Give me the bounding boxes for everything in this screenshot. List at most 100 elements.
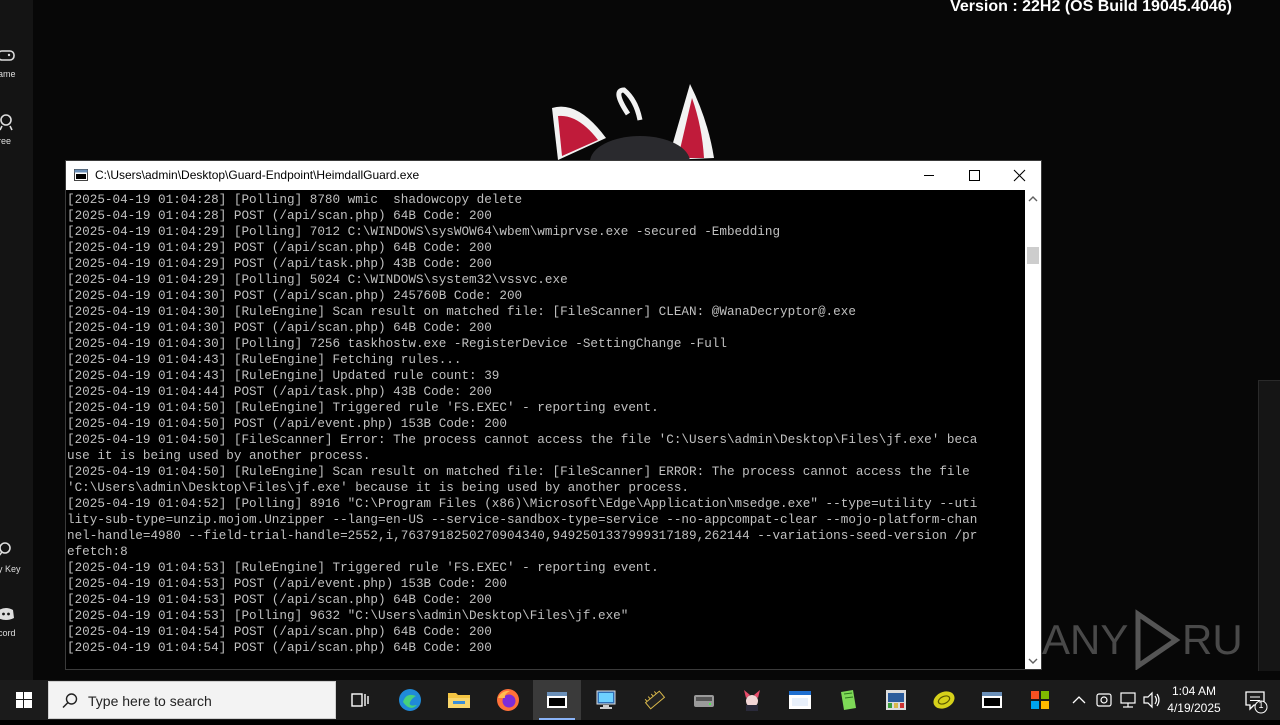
console-line: efetch:8	[67, 544, 128, 559]
taskbar-console-app-2[interactable]	[968, 680, 1016, 720]
sidebar-item-label: cord	[0, 628, 16, 638]
close-button[interactable]	[996, 161, 1042, 190]
clock[interactable]: 1:04 AM 4/19/2025	[1162, 683, 1226, 717]
search-placeholder: Type here to search	[88, 693, 212, 709]
window-title: C:\Users\admin\Desktop\Guard-Endpoint\He…	[95, 168, 420, 182]
console-line: [2025-04-19 01:04:43] [RuleEngine] Fetch…	[67, 352, 462, 367]
scrollbar-thumb[interactable]	[1027, 247, 1039, 264]
taskbar-window-app[interactable]	[776, 680, 824, 720]
taskbar-notepad-app[interactable]	[824, 680, 872, 720]
edge-icon	[399, 689, 421, 711]
gamepad-icon	[0, 50, 15, 61]
tray-webcam[interactable]	[1092, 680, 1116, 720]
launcher-sidebar: ame ree y Key cord	[0, 0, 33, 680]
console-line: [2025-04-19 01:04:50] [RuleEngine] Scan …	[67, 464, 970, 479]
key-icon	[0, 542, 11, 556]
maximize-button[interactable]	[951, 161, 997, 190]
console-window-icon	[74, 169, 88, 181]
anyrun-watermark: ANY RUN	[1042, 609, 1242, 670]
console-line: [2025-04-19 01:04:52] [Polling] 8916 "C:…	[67, 496, 978, 511]
taskbar-file-explorer[interactable]	[435, 680, 483, 720]
console-app-icon	[547, 692, 567, 708]
task-view-button[interactable]	[336, 680, 384, 720]
console-line: [2025-04-19 01:04:50] [FileScanner] Erro…	[67, 432, 978, 447]
close-icon	[1013, 169, 1026, 182]
console-line: [2025-04-19 01:04:28] POST (/api/scan.ph…	[67, 208, 492, 223]
console-line: 'C:\Users\admin\Desktop\Files\jf.exe' be…	[67, 480, 690, 495]
console-app-2-icon	[982, 692, 1002, 708]
console-line: [2025-04-19 01:04:50] POST (/api/event.p…	[67, 416, 507, 431]
webcam-icon	[1096, 693, 1112, 707]
desktop: ame ree y Key cord Version : 22H2 (OS Bu…	[0, 0, 1280, 680]
vertical-scrollbar[interactable]	[1025, 190, 1041, 669]
search-box[interactable]: Type here to search	[48, 681, 336, 719]
notepad-app-icon	[841, 690, 856, 710]
console-line: [2025-04-19 01:04:30] [Polling] 7256 tas…	[67, 336, 727, 351]
gift-icon	[0, 114, 13, 131]
console-line: [2025-04-19 01:04:53] [RuleEngine] Trigg…	[67, 560, 659, 575]
taskbar-console-app[interactable]	[533, 680, 581, 720]
chip-tool-icon	[644, 690, 666, 710]
taskbar-lemon-app[interactable]	[920, 680, 968, 720]
console-line: [2025-04-19 01:04:43] [RuleEngine] Updat…	[67, 368, 500, 383]
console-line: [2025-04-19 01:04:28] [Polling] 8780 wmi…	[67, 192, 523, 207]
console-line: [2025-04-19 01:04:29] [Polling] 5024 C:\…	[67, 272, 568, 287]
console-line: [2025-04-19 01:04:53] [Polling] 9632 "C:…	[67, 608, 629, 623]
taskbar: Type here to search 1:04 AM 4/19/2025 1	[0, 680, 1280, 720]
volume-icon	[1143, 691, 1160, 709]
taskbar-store-app[interactable]	[1016, 680, 1064, 720]
taskbar-disk-tool[interactable]	[680, 680, 728, 720]
console-line: [2025-04-19 01:04:29] [Polling] 7012 C:\…	[67, 224, 781, 239]
taskbar-chip-tool[interactable]	[631, 680, 679, 720]
start-button[interactable]	[0, 680, 48, 720]
windows-logo-icon	[16, 692, 32, 708]
show-hidden-icons-button[interactable]	[1068, 680, 1090, 720]
notification-icon	[1245, 691, 1268, 714]
clock-date: 4/19/2025	[1167, 701, 1221, 715]
sidebar-item-free[interactable]: ree	[0, 112, 33, 146]
network-app-icon	[886, 690, 906, 710]
tray-network[interactable]	[1116, 680, 1140, 720]
console-line: [2025-04-19 01:04:54] POST (/api/scan.ph…	[67, 640, 492, 655]
file-explorer-icon	[448, 693, 470, 708]
minimize-button[interactable]	[906, 161, 952, 190]
mascot-image	[552, 84, 714, 162]
console-line: [2025-04-19 01:04:44] POST (/api/task.ph…	[67, 384, 492, 399]
taskbar-anime-app[interactable]	[728, 680, 776, 720]
firefox-icon	[497, 689, 519, 711]
sidebar-item-label: ame	[0, 69, 16, 79]
minimize-icon	[924, 175, 934, 176]
console-output[interactable]: [2025-04-19 01:04:28] [Polling] 8780 wmi…	[67, 192, 1025, 668]
console-line: [2025-04-19 01:04:30] POST (/api/scan.ph…	[67, 288, 523, 303]
notification-count: 1	[1258, 700, 1264, 710]
anime-app-icon	[744, 690, 760, 711]
console-line: [2025-04-19 01:04:53] POST (/api/scan.ph…	[67, 592, 492, 607]
search-icon	[62, 693, 78, 709]
watermark-text-any: ANY	[1042, 616, 1128, 663]
title-bar[interactable]: C:\Users\admin\Desktop\Guard-Endpoint\He…	[66, 161, 1041, 190]
sidebar-item-discord[interactable]: cord	[0, 604, 33, 638]
tray-volume[interactable]	[1140, 680, 1162, 720]
taskbar-network-app[interactable]	[872, 680, 920, 720]
console-line: [2025-04-19 01:04:30] POST (/api/scan.ph…	[67, 320, 492, 335]
sidebar-item-label: ree	[0, 136, 12, 146]
scroll-down-arrow-icon[interactable]	[1028, 656, 1038, 666]
sidebar-item-game[interactable]: ame	[0, 45, 33, 79]
chevron-up-icon	[1072, 696, 1086, 704]
window-app-icon	[789, 691, 811, 709]
sidebar-item-key[interactable]: y Key	[0, 540, 33, 574]
console-window[interactable]: C:\Users\admin\Desktop\Guard-Endpoint\He…	[65, 160, 1042, 670]
notification-center-button[interactable]: 1	[1234, 680, 1280, 720]
watermark-text-run: RUN	[1182, 616, 1242, 663]
taskbar-remote-desktop[interactable]	[582, 680, 630, 720]
scroll-up-arrow-icon[interactable]	[1028, 194, 1038, 204]
taskbar-edge[interactable]	[386, 680, 434, 720]
os-version-text: Version : 22H2 (OS Build 19045.4046)	[950, 0, 1232, 15]
maximize-icon	[969, 170, 980, 181]
disk-tool-icon	[694, 695, 714, 707]
task-view-icon	[351, 693, 369, 707]
remote-desktop-icon	[596, 690, 616, 709]
taskbar-firefox[interactable]	[484, 680, 532, 720]
clock-time: 1:04 AM	[1171, 684, 1217, 698]
discord-icon	[0, 608, 14, 620]
